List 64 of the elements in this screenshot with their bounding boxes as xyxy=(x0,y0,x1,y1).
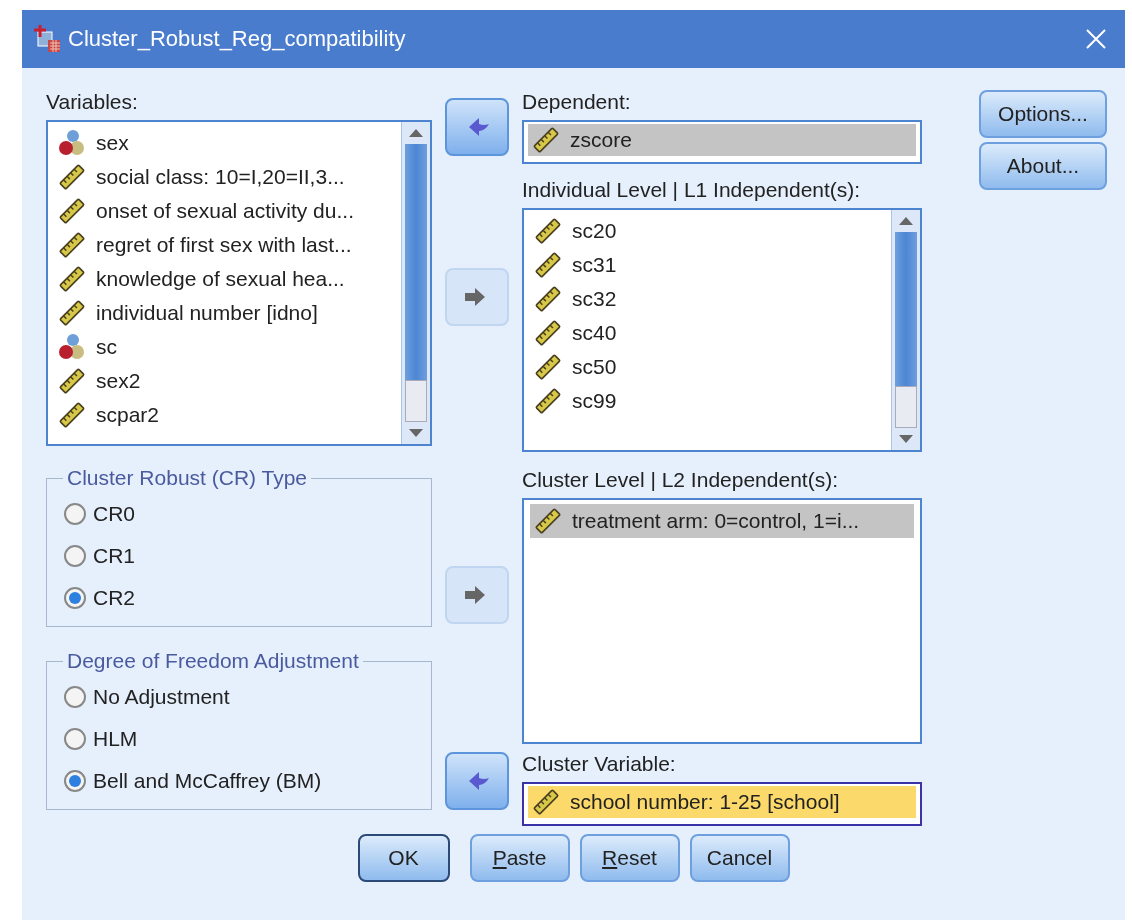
list-item[interactable]: sc31 xyxy=(530,248,885,282)
radio-option[interactable]: CR1 xyxy=(63,538,415,574)
dialog-button[interactable]: Paste xyxy=(469,834,570,882)
move-right-button[interactable] xyxy=(445,566,509,624)
field-label: Cluster Variable: xyxy=(522,752,677,776)
dialog-button[interactable]: Cancel xyxy=(689,834,790,882)
variable-field[interactable]: school number: 1-25 [school] xyxy=(522,782,922,826)
radio-option[interactable]: Bell and McCaffrey (BM) xyxy=(63,763,415,799)
radio-icon[interactable] xyxy=(63,685,87,709)
scrollbar[interactable] xyxy=(401,122,430,444)
list-item[interactable]: social class: 10=I,20=II,3... xyxy=(54,160,395,194)
list-item[interactable]: zscore xyxy=(528,124,916,156)
down-arrow-icon[interactable] xyxy=(899,435,913,443)
list-item[interactable]: sc99 xyxy=(530,384,885,418)
list-item[interactable]: school number: 1-25 [school] xyxy=(528,786,916,818)
scrollbar-thumb[interactable] xyxy=(895,386,917,428)
list-item[interactable]: sc32 xyxy=(530,282,885,316)
radio-option[interactable]: No Adjustment xyxy=(63,679,415,715)
down-arrow-icon[interactable] xyxy=(409,429,423,437)
radio-option[interactable]: CR2 xyxy=(63,580,415,616)
list-item[interactable]: individual number [idno] xyxy=(54,296,395,330)
circles-icon xyxy=(58,129,86,157)
variable-field[interactable]: zscore xyxy=(522,120,922,164)
dialog-button[interactable]: About... xyxy=(979,142,1107,190)
radio-icon[interactable] xyxy=(63,544,87,568)
dialog-button[interactable]: Reset xyxy=(579,834,680,882)
move-left-button[interactable] xyxy=(445,98,509,156)
scrollbar[interactable] xyxy=(891,210,920,450)
move-right-button[interactable] xyxy=(445,268,509,326)
list-item[interactable]: onset of sexual activity du... xyxy=(54,194,395,228)
group-title: Degree of Freedom Adjustment xyxy=(66,649,360,673)
group-title: Cluster Robust (CR) Type xyxy=(66,466,309,490)
list-item[interactable]: sex xyxy=(54,126,395,160)
radio-icon[interactable] xyxy=(63,502,87,526)
radio-option[interactable]: HLM xyxy=(63,721,415,757)
circles-icon xyxy=(58,333,86,361)
list-label: Cluster Level | L2 Independent(s): xyxy=(522,468,839,492)
list-item[interactable]: sc50 xyxy=(530,350,885,384)
up-arrow-icon[interactable] xyxy=(899,217,913,225)
radio-icon[interactable] xyxy=(63,586,87,610)
radio-icon[interactable] xyxy=(63,727,87,751)
move-left-button[interactable] xyxy=(445,752,509,810)
list-label: Variables: xyxy=(46,90,139,114)
list-item[interactable]: treatment arm: 0=control, 1=i... xyxy=(530,504,914,538)
radio-icon[interactable] xyxy=(63,769,87,793)
up-arrow-icon[interactable] xyxy=(409,129,423,137)
dialog-button[interactable]: OK xyxy=(357,834,450,882)
window-title: Cluster_Robust_Reg_compatibility xyxy=(68,26,407,52)
list-item[interactable]: sc xyxy=(54,330,395,364)
field-label: Dependent: xyxy=(522,90,632,114)
list-item[interactable]: knowledge of sexual hea... xyxy=(54,262,395,296)
list-item[interactable]: sex2 xyxy=(54,364,395,398)
list-label: Individual Level | L1 Independent(s): xyxy=(522,178,862,202)
list-item[interactable]: sc20 xyxy=(530,214,885,248)
variable-list[interactable]: sex social class: 10=I,20=II,3... onset of sexual activity du... regret of first sex with last... knowledge of sexual hea... individual number [idno] sc sex2 scpar2 xyxy=(46,120,432,446)
app-icon xyxy=(32,24,62,54)
list-item[interactable]: regret of first sex with last... xyxy=(54,228,395,262)
dialog-button[interactable]: Options... xyxy=(979,90,1107,138)
scrollbar-thumb[interactable] xyxy=(405,380,427,422)
list-item[interactable]: sc40 xyxy=(530,316,885,350)
list-item[interactable]: scpar2 xyxy=(54,398,395,432)
variable-list[interactable]: sc20 sc31 sc32 sc40 sc50 sc99 xyxy=(522,208,922,452)
variable-list[interactable]: treatment arm: 0=control, 1=i... xyxy=(522,498,922,744)
radio-option[interactable]: CR0 xyxy=(63,496,415,532)
